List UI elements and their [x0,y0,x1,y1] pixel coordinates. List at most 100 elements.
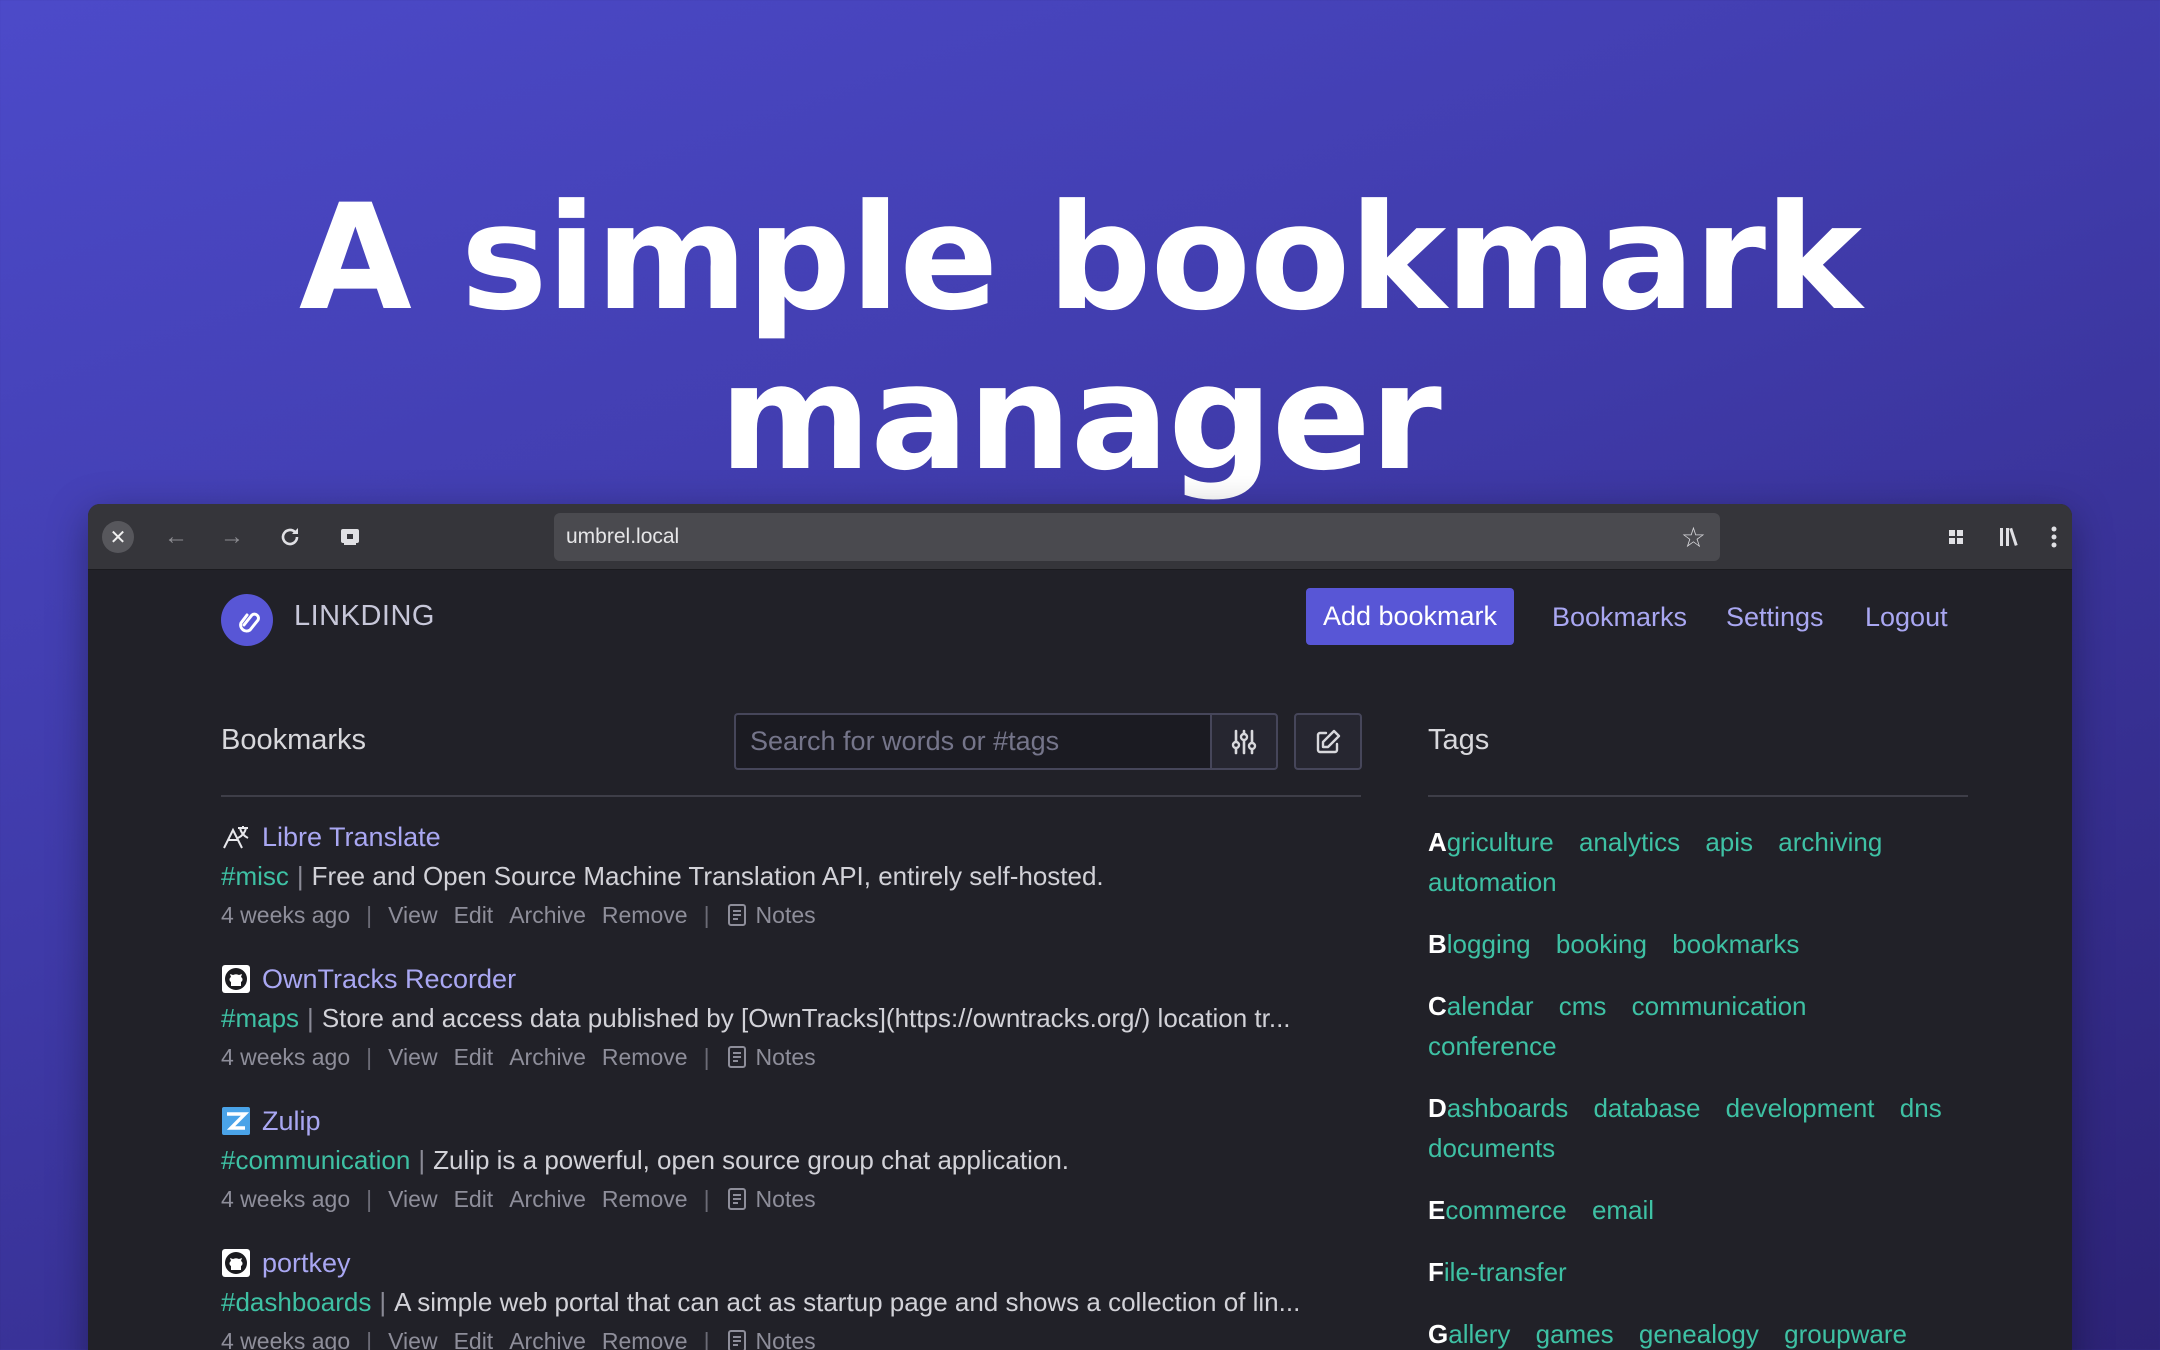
tag-link[interactable]: games [1536,1319,1614,1349]
tag-link[interactable]: genealogy [1639,1319,1759,1349]
reload-icon[interactable] [274,521,306,553]
edit-link[interactable]: Edit [454,1044,494,1071]
linkding-logo[interactable] [221,594,273,646]
tag-link[interactable]: Agriculture [1428,827,1554,857]
archive-link[interactable]: Archive [509,902,586,929]
remove-link[interactable]: Remove [602,1186,688,1213]
browser-window: ✕ ← → umbrel.local ☆ LINKDING Add bookma… [88,504,2072,1350]
github-favicon-icon [221,1248,251,1278]
bookmark-tag-link[interactable]: #dashboards [221,1287,371,1318]
menu-dots-icon[interactable] [2038,521,2070,553]
bookmark-title-link[interactable]: OwnTracks Recorder [262,964,516,995]
view-link[interactable]: View [388,1044,437,1071]
tag-group-d: Dashboards database development dns docu… [1428,1088,1968,1168]
tag-group-b: Blogging booking bookmarks [1428,924,1968,964]
tag-group-c: Calendar cms communication conference [1428,986,1968,1066]
tag-link[interactable]: Blogging [1428,929,1531,959]
library-icon[interactable] [1994,521,2026,553]
tag-link[interactable]: booking [1556,929,1647,959]
search-placeholder: Search for words or #tags [750,726,1060,756]
extensions-icon[interactable] [1940,521,1972,553]
notes-icon [727,1188,746,1210]
headline: A simple bookmark manager [298,173,1862,503]
separator: | [418,1144,426,1175]
browser-toolbar: ✕ ← → umbrel.local ☆ [88,504,2072,570]
tag-link[interactable]: File-transfer [1428,1257,1567,1287]
nav-settings-link[interactable]: Settings [1726,602,1824,633]
tag-link[interactable]: automation [1428,867,1557,897]
bookmarks-heading: Bookmarks [221,724,367,756]
archive-link[interactable]: Archive [509,1044,586,1071]
bookmark-tag-link[interactable]: #misc [221,861,289,892]
url-bar[interactable]: umbrel.local ☆ [554,513,1720,561]
bookmark-title-link[interactable]: Zulip [262,1106,321,1137]
nav-logout-link[interactable]: Logout [1865,602,1948,633]
bookmark-description: Zulip is a powerful, open source group c… [433,1144,1070,1175]
archive-link[interactable]: Archive [509,1186,586,1213]
tag-link[interactable]: Calendar [1428,991,1534,1021]
notes-link[interactable]: Notes [726,902,832,929]
bookmark-tag-link[interactable]: #communication [221,1145,410,1176]
tag-link[interactable]: communication [1632,991,1807,1021]
forward-arrow-icon[interactable]: → [216,521,248,553]
bulk-edit-button[interactable] [1294,713,1362,770]
archive-link[interactable]: Archive [509,1328,586,1350]
tag-link[interactable]: cms [1559,991,1607,1021]
separator: | [296,860,304,891]
bookmark-date: 4 weeks ago [221,1327,351,1350]
brand-name[interactable]: LINKDING [294,600,435,633]
notes-link[interactable]: Notes [726,1044,832,1071]
tag-link[interactable]: conference [1428,1031,1557,1061]
filter-options-button[interactable] [1210,713,1278,770]
tag-link[interactable]: apis [1705,827,1753,857]
separator: | [307,1002,314,1033]
remove-link[interactable]: Remove [602,1328,688,1350]
edit-icon [1316,729,1341,753]
tag-link[interactable]: bookmarks [1672,929,1799,959]
tag-link[interactable]: Gallery [1428,1319,1510,1349]
back-arrow-icon[interactable]: ← [160,521,192,553]
tag-group-g: Gallery games genealogy groupware [1428,1314,1968,1350]
screenshot-icon[interactable] [334,521,366,553]
notes-link[interactable]: Notes [726,1186,832,1213]
tag-link[interactable]: dns [1900,1093,1942,1123]
close-icon: ✕ [102,521,134,553]
add-bookmark-button[interactable]: Add bookmark [1306,588,1514,645]
view-link[interactable]: View [388,1328,437,1350]
edit-link[interactable]: Edit [454,902,494,929]
tag-link[interactable]: database [1593,1093,1700,1123]
bookmark-description: Free and Open Source Machine Translation… [311,860,1104,891]
tag-group-e: Ecommerce email [1428,1190,1968,1230]
bookmark-date: 4 weeks ago [221,1185,351,1212]
bookmark-title-link[interactable]: portkey [262,1248,351,1279]
tag-link[interactable]: groupware [1784,1319,1907,1349]
bookmark-title-link[interactable]: Libre Translate [262,822,441,853]
tag-link[interactable]: email [1592,1195,1654,1225]
bookmark-item: portkey #dashboards | A simple web porta… [221,1244,1381,1350]
tag-link[interactable]: Ecommerce [1428,1195,1567,1225]
search-input[interactable]: Search for words or #tags [734,713,1210,770]
remove-link[interactable]: Remove [602,902,688,929]
notes-link[interactable]: Notes [726,1328,832,1350]
navbar: LINKDING Add bookmark Bookmarks Settings… [88,570,2072,666]
remove-link[interactable]: Remove [602,1044,688,1071]
star-icon[interactable]: ☆ [1681,521,1706,554]
tag-link[interactable]: analytics [1579,827,1680,857]
tag-link[interactable]: development [1726,1093,1875,1123]
close-button[interactable]: ✕ [102,521,134,553]
bookmark-item: Libre Translate #misc | Free and Open So… [221,821,1104,929]
edit-link[interactable]: Edit [454,1328,494,1350]
bookmark-tag-link[interactable]: #maps [221,1003,299,1034]
tags-heading: Tags [1428,724,1490,756]
view-link[interactable]: View [388,902,437,929]
tag-link[interactable]: documents [1428,1133,1555,1163]
edit-link[interactable]: Edit [454,1186,494,1213]
notes-icon [727,1046,746,1068]
view-link[interactable]: View [388,1186,437,1213]
tag-link[interactable]: archiving [1778,827,1882,857]
tag-link[interactable]: Dashboards [1428,1093,1568,1123]
bookmark-item: Zulip #communication | Zulip is a powerf… [221,1105,1070,1213]
sliders-icon [1231,729,1257,754]
nav-bookmarks-link[interactable]: Bookmarks [1552,602,1687,633]
github-favicon-icon [221,964,251,994]
